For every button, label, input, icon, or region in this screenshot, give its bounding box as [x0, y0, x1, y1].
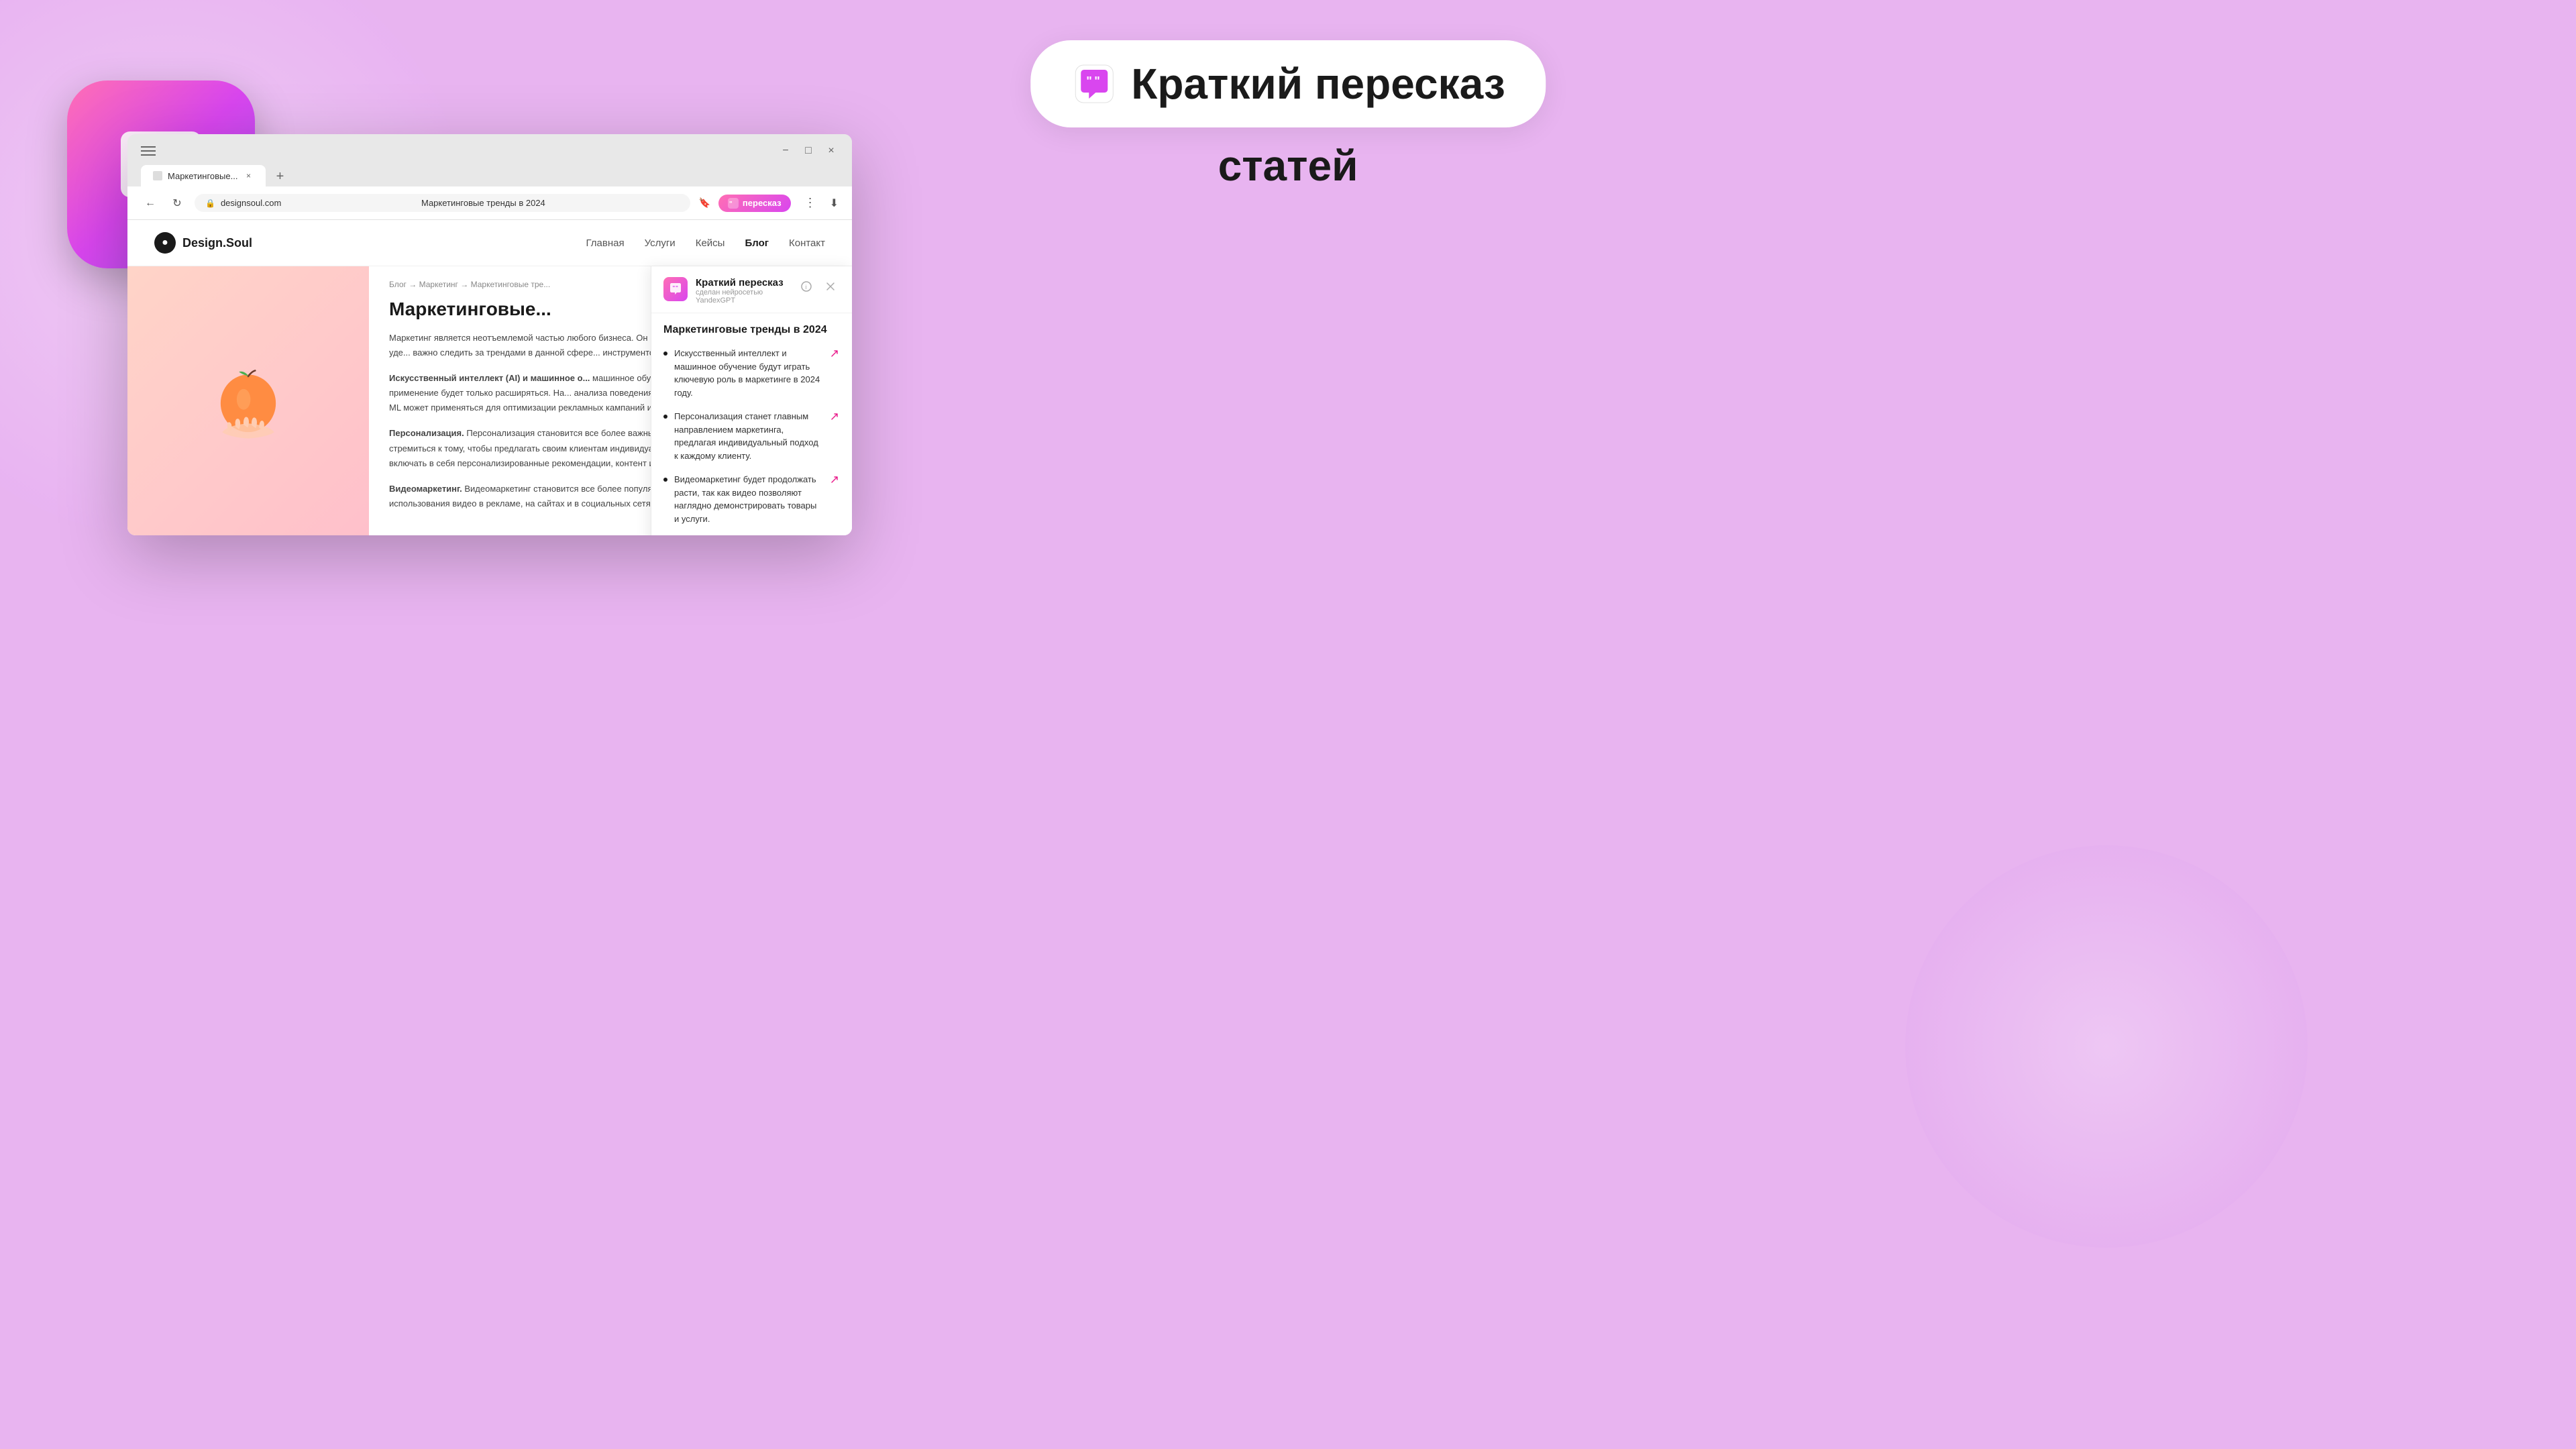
summary-article-title: Маркетинговые тренды в 2024	[663, 324, 840, 336]
bullet-1	[663, 352, 667, 356]
summary-panel-subtitle: сделан нейросетью YandexGPT	[696, 288, 789, 305]
site-logo-icon: ●	[154, 232, 176, 254]
site-logo-text: Design.Soul	[182, 236, 252, 250]
nav-link-cases[interactable]: Кейсы	[696, 237, 725, 249]
bookmark-icon[interactable]: 🔖	[698, 197, 710, 209]
download-button[interactable]: ⬇	[830, 197, 839, 210]
new-tab-button[interactable]: +	[270, 166, 290, 186]
point-link-1[interactable]	[829, 348, 840, 359]
yandex-btn-label: пересказ	[743, 198, 782, 208]
summary-logo: " "	[663, 277, 688, 301]
top-badge: " " Краткий пересказ	[1030, 40, 1546, 127]
summary-close-button[interactable]	[821, 277, 840, 296]
hamburger-menu-icon[interactable]	[141, 146, 156, 156]
summary-title-area: Краткий пересказ сделан нейросетью Yande…	[696, 277, 789, 305]
svg-text:": "	[1094, 74, 1100, 88]
browser-window: − □ × Маркетинговые... × + ← ↻ 🔒 designs…	[127, 134, 852, 535]
page-title-text: Маркетинговые тренды в 2024	[286, 198, 680, 208]
article-image	[127, 266, 369, 535]
summary-header: " " Краткий пересказ сделан нейросетью Y…	[651, 266, 852, 313]
summary-panel-title: Краткий пересказ	[696, 277, 789, 288]
article-para-2-bold: Искусственный интеллект (AI) и машинное …	[389, 373, 590, 383]
svg-text:": "	[673, 285, 676, 291]
nav-link-blog[interactable]: Блог	[745, 237, 769, 249]
svg-text:": "	[1086, 74, 1092, 88]
summary-point-3: Видеомаркетинг будет продолжать расти, т…	[663, 473, 840, 525]
website-content: ● Design.Soul Главная Услуги Кейсы Блог …	[127, 220, 852, 535]
svg-text:": "	[729, 201, 733, 208]
summary-actions: i	[797, 277, 840, 296]
window-controls: − □ ×	[778, 144, 839, 158]
svg-text:i: i	[806, 284, 807, 290]
bg-circle-2	[1905, 845, 2308, 1248]
summary-points: Искусственный интеллект и машинное обуче…	[663, 347, 840, 525]
close-button[interactable]: ×	[824, 144, 839, 158]
tab-favicon	[153, 171, 162, 180]
nav-links: Главная Услуги Кейсы Блог Контакт	[279, 237, 825, 249]
bullet-3	[663, 478, 667, 482]
tab-label: Маркетинговые...	[168, 171, 237, 181]
active-tab[interactable]: Маркетинговые... ×	[141, 165, 266, 186]
browser-addressbar: ← ↻ 🔒 designsoul.com Маркетинговые тренд…	[127, 186, 852, 220]
browser-tabs: Маркетинговые... × +	[141, 165, 839, 186]
quote-icon: " "	[1071, 60, 1118, 107]
maximize-button[interactable]: □	[801, 144, 816, 158]
site-logo: ● Design.Soul	[154, 232, 252, 254]
website-nav: ● Design.Soul Главная Услуги Кейсы Блог …	[127, 220, 852, 266]
url-text: designsoul.com	[221, 198, 281, 208]
bullet-2	[663, 415, 667, 419]
summary-point-2: Персонализация станет главным направлени…	[663, 410, 840, 462]
summary-info-button[interactable]: i	[797, 277, 816, 296]
yandex-peresk-button[interactable]: " пересказ	[718, 195, 791, 212]
reload-button[interactable]: ↻	[168, 194, 186, 213]
summary-panel: " " Краткий пересказ сделан нейросетью Y…	[651, 266, 852, 535]
article-para-3-bold: Персонализация.	[389, 428, 464, 438]
article-illustration	[208, 360, 288, 441]
summary-point-1: Искусственный интеллект и машинное обуче…	[663, 347, 840, 399]
tab-close-button[interactable]: ×	[243, 170, 254, 181]
point-text-3: Видеомаркетинг будет продолжать расти, т…	[674, 473, 822, 525]
summary-content: Маркетинговые тренды в 2024 Искусственны…	[651, 313, 852, 535]
article-area: Блог → Маркетинг → Маркетинговые тре... …	[127, 266, 852, 535]
titlebar-controls: − □ ×	[141, 144, 839, 158]
nav-link-home[interactable]: Главная	[586, 237, 624, 249]
article-para-4-bold: Видеомаркетинг.	[389, 484, 462, 494]
address-bar[interactable]: 🔒 designsoul.com Маркетинговые тренды в …	[195, 194, 690, 212]
browser-titlebar: − □ × Маркетинговые... × +	[127, 134, 852, 186]
badge-subtitle: статей	[1218, 141, 1358, 191]
lock-icon: 🔒	[205, 199, 215, 208]
point-text-1: Искусственный интеллект и машинное обуче…	[674, 347, 822, 399]
nav-link-services[interactable]: Услуги	[645, 237, 676, 249]
minimize-button[interactable]: −	[778, 144, 793, 158]
point-text-2: Персонализация станет главным направлени…	[674, 410, 822, 462]
nav-link-contact[interactable]: Контакт	[789, 237, 825, 249]
svg-text:": "	[676, 285, 678, 291]
point-link-3[interactable]	[829, 474, 840, 485]
point-link-2[interactable]	[829, 411, 840, 422]
back-button[interactable]: ←	[141, 194, 160, 213]
badge-title: Краткий пересказ	[1131, 59, 1505, 109]
more-options-button[interactable]: ⋮	[799, 193, 822, 213]
